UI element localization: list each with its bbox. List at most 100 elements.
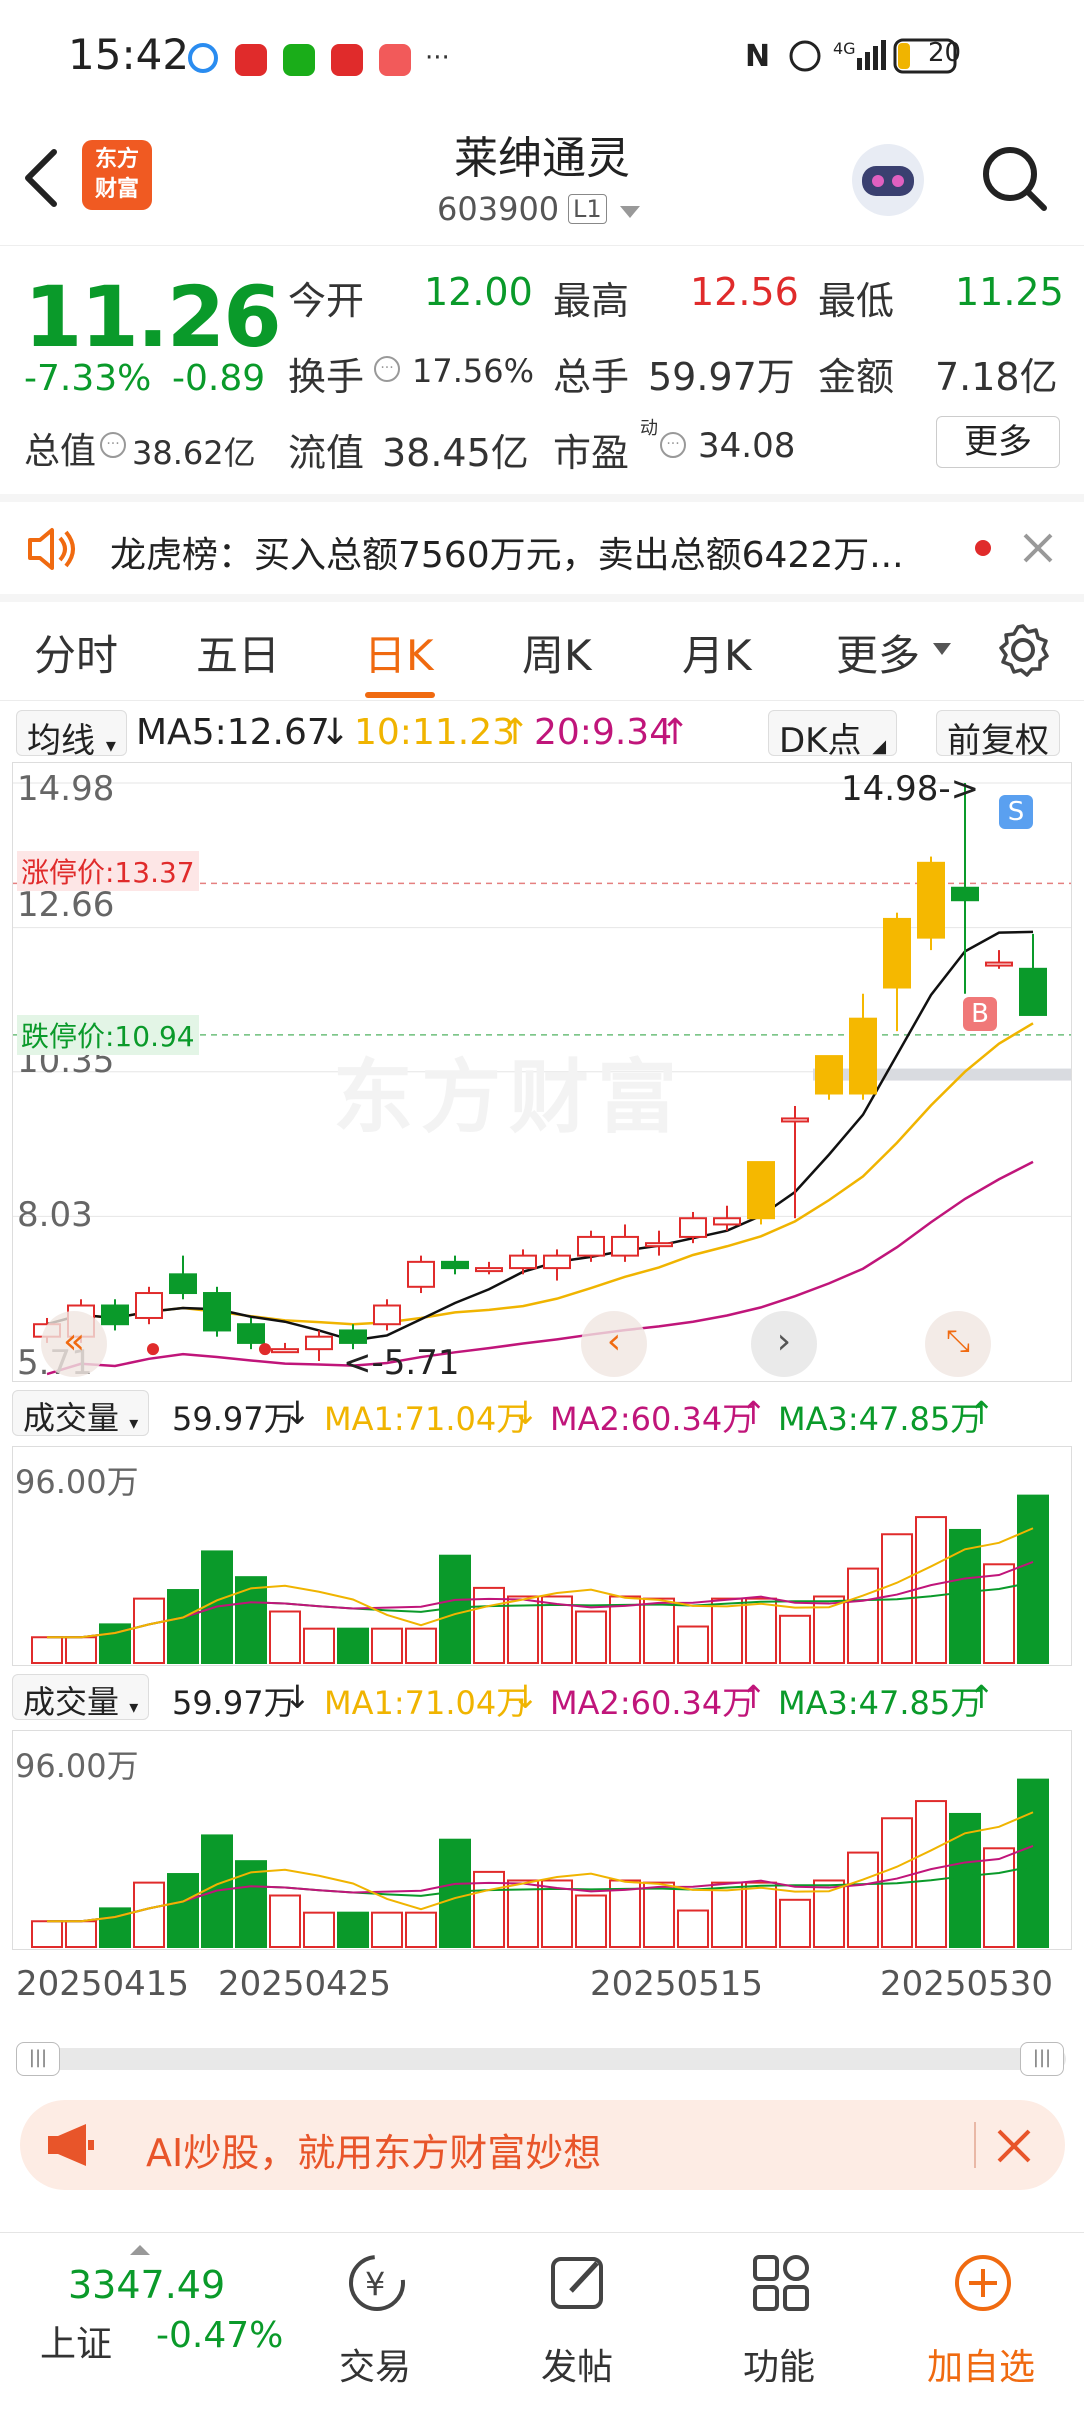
y-label-4: 8.03: [17, 1195, 93, 1235]
vol1-ma1: MA1:71.04万: [324, 1400, 529, 1438]
more-dropdown-icon[interactable]: [932, 642, 952, 656]
range-scrollbar[interactable]: [16, 2048, 1066, 2070]
watermark: 东方财富: [333, 1051, 685, 1144]
volume-chart-1[interactable]: 96.00万: [12, 1446, 1072, 1666]
volume-bar: [847, 1851, 879, 1948]
vol1-ylabel: 96.00万: [15, 1463, 139, 1501]
limit-down-label: 跌停价:10.94: [17, 1015, 199, 1055]
tab-5day[interactable]: 五日: [196, 622, 280, 683]
trade-yen-icon: ¥: [349, 2255, 405, 2311]
ma10-arrow: ↑: [500, 712, 531, 753]
candle-body: [509, 1254, 537, 1270]
candle-body: [849, 1017, 877, 1095]
volume-chart-2[interactable]: 96.00万: [12, 1730, 1072, 1950]
date-label: 20250415: [16, 1964, 190, 2004]
scroll-right-icon[interactable]: ›: [751, 1311, 817, 1377]
turnover-label: 换手: [288, 355, 365, 399]
settings-gear-icon[interactable]: [995, 622, 1051, 678]
kline-chart[interactable]: 东方财富 14.98 12.66 10.35 8.03 5.71 涨停价:13.…: [12, 762, 1072, 1383]
notice-text[interactable]: 龙虎榜：买入总额7560万元，卖出总额6422万...: [110, 526, 904, 578]
nav-add-watchlist[interactable]: 加自选: [906, 2233, 1056, 2413]
info-icon[interactable]: ···: [660, 432, 686, 458]
index-change[interactable]: -0.47%: [156, 2315, 283, 2356]
adjust-mode-button[interactable]: 前复权: [936, 710, 1060, 761]
volume-bar: [405, 1911, 437, 1949]
range-handle-right[interactable]: |||: [1020, 2042, 1064, 2076]
change-amount: -0.89: [172, 358, 266, 399]
info-icon[interactable]: ···: [100, 432, 126, 458]
nav-functions[interactable]: 功能: [704, 2233, 854, 2413]
tab-daily-k[interactable]: 日K: [364, 622, 434, 683]
y-label-max: 14.98: [17, 769, 115, 809]
add-plus-circle-icon: [955, 2255, 1011, 2311]
volume-bar: [371, 1911, 403, 1949]
expand-up-icon[interactable]: [128, 2243, 152, 2257]
mktcap-value: 38.62亿: [132, 434, 256, 472]
sell-tag[interactable]: S: [999, 795, 1033, 829]
tab-intraday[interactable]: 分时: [34, 622, 118, 683]
nav-post[interactable]: 发帖: [502, 2233, 652, 2413]
volume-bar: [269, 1610, 301, 1664]
volume-bar: [541, 1595, 573, 1665]
volume-bar: [269, 1894, 301, 1948]
candle-body: [679, 1217, 707, 1238]
limit-up-label: 涨停价:13.37: [17, 851, 199, 891]
tab-weekly-k[interactable]: 周K: [522, 622, 592, 683]
candle-body: [271, 1348, 299, 1354]
mktcap-label: 总值: [24, 431, 97, 472]
functions-grid-icon: [753, 2255, 809, 2311]
search-icon[interactable]: [980, 144, 1050, 214]
candle-body: [407, 1260, 435, 1288]
pe-value: 34.08: [698, 426, 796, 466]
volume-bar: [779, 1614, 811, 1665]
volume-bar: [915, 1800, 947, 1949]
vol2-ma3-arrow: ↑: [968, 1678, 995, 1716]
info-icon[interactable]: ···: [374, 356, 400, 382]
close-icon[interactable]: [1022, 532, 1054, 564]
vol2-ma2-arrow: ↑: [740, 1678, 767, 1716]
ma5-arrow: ↓: [320, 712, 351, 753]
ai-promo-banner[interactable]: AI炒股，就用东方财富妙想: [20, 2100, 1065, 2190]
candle-body: [747, 1161, 775, 1220]
scroll-left-icon[interactable]: ‹: [581, 1311, 647, 1377]
svg-text:N: N: [745, 39, 770, 74]
index-name[interactable]: 上证: [40, 2315, 112, 2367]
open-value: 12.00: [424, 270, 533, 314]
range-handle-left[interactable]: |||: [16, 2042, 60, 2076]
tab-monthly-k[interactable]: 月K: [682, 622, 752, 683]
ma-select[interactable]: 均线 ▾: [16, 710, 127, 761]
ai-robot-avatar-icon[interactable]: [848, 140, 928, 220]
level-badge[interactable]: L1: [568, 194, 607, 224]
vol2-indicator-select[interactable]: 成交量 ▾: [12, 1674, 150, 1721]
volume-label: 总手: [553, 355, 630, 399]
nav-post-label: 发帖: [540, 2347, 613, 2388]
buy-tag[interactable]: B: [963, 997, 997, 1031]
volume-bar: [337, 1627, 369, 1665]
banner-text[interactable]: AI炒股，就用东方财富妙想: [146, 2122, 601, 2177]
vol1-indicator-select[interactable]: 成交量 ▾: [12, 1390, 150, 1437]
more-button[interactable]: 更多: [936, 416, 1060, 468]
float-label: 流值: [288, 431, 365, 475]
vol1-arrow: ↓: [284, 1394, 311, 1432]
volume-bar: [405, 1627, 437, 1665]
index-value[interactable]: 3347.49: [68, 2263, 225, 2307]
low-label: 最低: [818, 279, 895, 323]
nav-trade[interactable]: ¥ 交易: [300, 2233, 450, 2413]
volume-bar: [677, 1625, 709, 1664]
level-dropdown-icon[interactable]: [618, 204, 642, 220]
banner-close-icon[interactable]: [996, 2128, 1032, 2164]
notice-bar[interactable]: 龙虎榜：买入总额7560万元，卖出总额6422万...: [0, 502, 1084, 594]
fullscreen-expand-icon[interactable]: ⤡: [925, 1311, 991, 1377]
volume-bar: [745, 1597, 777, 1664]
vol1-ma1-arrow: ↓: [512, 1394, 539, 1432]
low-value: 11.25: [955, 270, 1064, 314]
volume-bar: [745, 1881, 777, 1948]
back-chevron-left-icon[interactable]: [22, 148, 62, 208]
dk-point-toggle[interactable]: DK点 ◢: [768, 710, 898, 761]
ma-select-label: 均线: [27, 721, 95, 761]
tab-more[interactable]: 更多: [836, 622, 920, 683]
scroll-left-fast-icon[interactable]: «: [41, 1311, 107, 1377]
stock-code: 603900: [437, 190, 560, 228]
candle-body: [305, 1335, 333, 1351]
volume-bar: [915, 1516, 947, 1665]
